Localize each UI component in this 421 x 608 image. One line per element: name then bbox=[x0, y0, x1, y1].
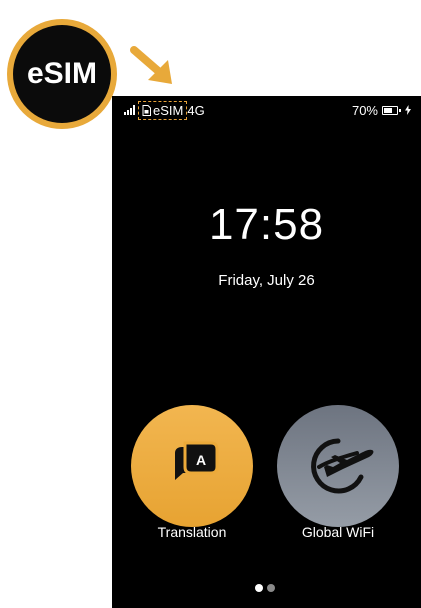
translation-app-label: Translation bbox=[157, 524, 227, 540]
esim-badge: eSIM bbox=[7, 19, 117, 129]
page-dot[interactable] bbox=[255, 584, 263, 592]
lock-screen-date: Friday, July 26 bbox=[218, 272, 315, 289]
global-wifi-app-button[interactable] bbox=[277, 405, 399, 527]
arrow-icon bbox=[130, 46, 172, 84]
network-type: 4G bbox=[187, 102, 205, 118]
status-bar-left: eSIM 4G bbox=[124, 100, 205, 120]
esim-indicator: eSIM bbox=[138, 100, 188, 120]
page-dot[interactable] bbox=[267, 584, 275, 592]
translation-app-button[interactable]: A bbox=[131, 405, 253, 527]
charging-bolt-icon bbox=[405, 105, 411, 115]
sim-card-icon bbox=[142, 104, 151, 116]
signal-strength-icon bbox=[124, 105, 135, 115]
svg-text:A: A bbox=[196, 452, 206, 468]
status-bar-right: 70% bbox=[352, 100, 411, 120]
battery-tip bbox=[399, 108, 401, 112]
page-indicator bbox=[255, 584, 275, 592]
globe-airplane-icon bbox=[311, 438, 374, 494]
battery-level bbox=[384, 107, 393, 113]
esim-badge-label: eSIM bbox=[13, 25, 111, 123]
translation-chat-icon: A bbox=[175, 441, 219, 480]
esim-label: eSIM bbox=[153, 102, 184, 118]
phone-lock-screen: eSIM 4G 70% 17:58 Friday, July 26 A Tran… bbox=[112, 96, 421, 608]
lock-screen-time: 17:58 bbox=[208, 200, 325, 249]
battery-percent: 70% bbox=[351, 102, 378, 118]
global-wifi-app-label: Global WiFi bbox=[301, 524, 375, 540]
battery-icon bbox=[382, 105, 398, 115]
